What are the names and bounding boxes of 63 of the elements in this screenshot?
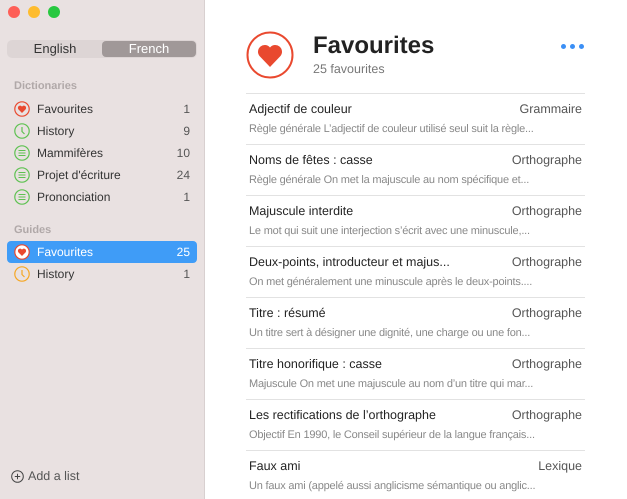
item-count: 1 [183,100,190,118]
entry-category: Grammaire [519,101,582,118]
item-label: Prononciation [37,188,112,206]
section-heading: Dictionaries [13,79,78,94]
entry-title: Les rectifications de l’orthographe [249,407,436,424]
add-list-link[interactable]: Add a list [28,467,80,486]
item-label: Favourites [37,244,94,261]
entry-title: Titre honorifique : casse [249,356,382,374]
more-button[interactable] [560,43,585,50]
entry-title: Adjectif de couleur [249,101,352,118]
language-tab[interactable]: English [8,41,102,57]
entry-category: Orthographe [512,305,582,322]
entry-row[interactable]: Deux-points, introducteur et majus... Orthographe On met généralement une minuscule après le deux-points.... [246,247,585,298]
sidebar-item[interactable]: Projet d'écriture 24 [7,164,197,186]
entry-row[interactable]: Les rectifications de l’orthographe Orthographe Objectif En 1990, le Conseil supérieur de la langue français... [246,400,585,451]
entry-row[interactable]: Titre honorifique : casse Orthographe Majuscule On met une majuscule au nom d’un titre qui mar... [246,349,585,400]
sidebar-item[interactable]: History 1 [7,263,197,285]
item-label: Favourites [37,100,94,118]
item-label: History [37,122,76,140]
section-heading: Guides [13,222,52,238]
favourites-count: 25 favourites [313,60,386,78]
entry-title: Majuscule interdite [249,203,354,220]
entry-summary: On met généralement une minuscule après le deux-points.... [249,275,534,290]
entry-row[interactable]: Adjectif de couleur Grammaire Règle générale L’adjectif de couleur utilisé seul suit la règle... [246,94,585,145]
item-label: Projet d'écriture [37,166,122,184]
sidebar-item[interactable]: Mammifères 10 [7,142,197,164]
item-count: 24 [176,166,190,184]
item-count: 1 [183,188,190,206]
item-label: History [37,266,76,283]
zoom-button[interactable] [48,6,60,18]
entry-category: Orthographe [512,152,582,170]
entry-row[interactable]: Majuscule interdite Orthographe Le mot qui suit une interjection s’écrit avec une minuscule,... [246,196,585,247]
item-label: Mammifères [37,144,104,162]
add-icon [11,470,24,484]
item-count: 25 [176,244,190,261]
entry-row[interactable]: Noms de fêtes : casse Orthographe Règle générale On met la majuscule au nom spécifique et... [246,145,585,196]
sidebar-item[interactable]: Prononciation 1 [7,186,197,208]
entry-title: Titre : résumé [249,305,326,322]
close-button[interactable] [8,6,20,18]
entry-category: Orthographe [512,254,582,272]
entry-category: Orthographe [512,356,582,374]
entry-summary: Majuscule On met une majuscule au nom d’un titre qui mar... [249,377,534,392]
entry-title: Deux-points, introducteur et majus... [249,254,450,272]
entry-summary: Un faux ami (appelé aussi anglicisme sémantique ou anglic... [249,479,536,494]
entry-title: Noms de fêtes : casse [249,152,373,170]
entry-summary: Objectif En 1990, le Conseil supérieur de la langue français... [249,428,536,444]
entry-summary: Le mot qui suit une interjection s’écrit avec une minuscule,... [249,224,531,240]
entry-summary: Règle générale On met la majuscule au nom spécifique et... [249,173,530,188]
entry-row[interactable]: Titre : résumé Orthographe Un titre sert à désigner une dignité, une charge ou une fon... [246,298,585,349]
entry-category: Orthographe [512,203,582,220]
item-count: 9 [183,122,190,140]
page-title: Favourites [313,32,436,60]
sidebar-item[interactable]: Favourites 1 [7,98,197,120]
entry-row[interactable]: Faux ami Lexique Un faux ami (appelé aussi anglicisme sémantique ou anglic... [246,451,585,499]
entry-summary: Règle générale L’adjectif de couleur utilisé seul suit la règle... [249,122,535,138]
sidebar-item[interactable]: History 9 [7,120,197,142]
entry-title: Faux ami [249,458,300,476]
item-count: 1 [183,266,190,283]
entry-category: Orthographe [512,407,582,424]
entry-category: Lexique [538,458,582,476]
minimize-button[interactable] [28,6,40,18]
item-count: 10 [176,144,190,162]
entry-summary: Un titre sert à désigner une dignité, une charge ou une fon... [249,326,532,342]
